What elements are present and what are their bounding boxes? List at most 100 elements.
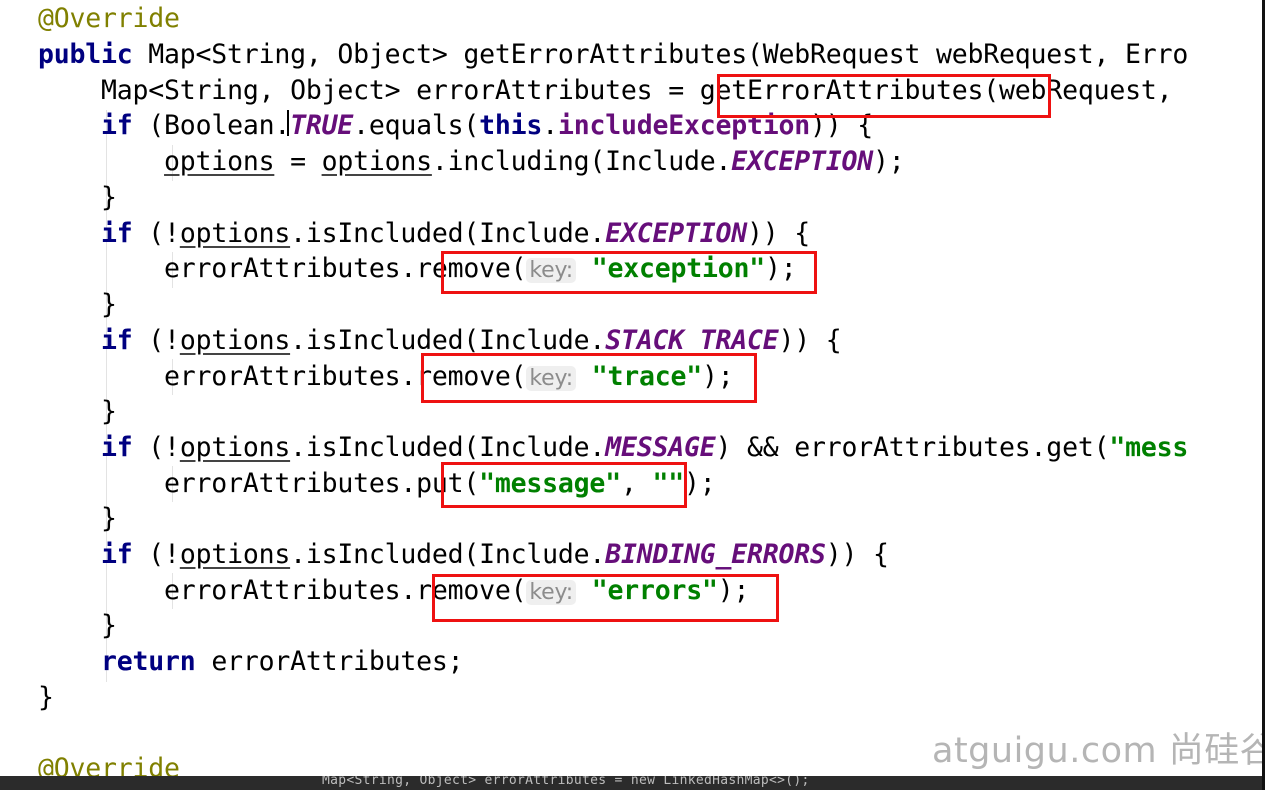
code-text: ,	[620, 468, 653, 499]
close-brace: }	[38, 682, 54, 713]
code-text: )) {	[810, 110, 874, 141]
exception-constant: EXCEPTION	[731, 146, 874, 177]
options-variable: options	[179, 539, 291, 570]
trace-string: "trace"	[591, 361, 702, 392]
code-line-if-include-exception[interactable]: if (Boolean.TRUE.equals(this.includeExce…	[38, 108, 873, 144]
code-line-return[interactable]: return errorAttributes;	[38, 644, 464, 680]
code-text: );	[702, 361, 734, 392]
assign-args: (webRequest,	[983, 75, 1173, 106]
code-text: .including(Include.	[431, 146, 732, 177]
method-signature: Map<String, Object> getErrorAttributes(W…	[132, 39, 1189, 70]
options-variable: options	[179, 218, 291, 249]
code-line-brace[interactable]: }	[38, 501, 117, 537]
watermark: atguigu.com 尚硅谷	[932, 731, 1265, 771]
close-brace: }	[101, 610, 117, 641]
code-text: .isIncluded(Include.	[290, 325, 606, 356]
code-text: errorAttributes	[164, 361, 401, 392]
options-variable: options	[164, 146, 275, 177]
close-brace: }	[101, 182, 117, 213]
code-text: errorAttributes.	[164, 253, 417, 284]
ghost-code-text: Map<String, Object> errorAttributes = ne…	[322, 776, 810, 788]
code-text: .	[542, 110, 558, 141]
code-text: (!	[132, 539, 180, 570]
code-text: .isIncluded(Include.	[290, 432, 606, 463]
stack-trace-constant: STACK_TRACE	[605, 325, 779, 356]
binding-errors-constant: BINDING_ERRORS	[605, 539, 826, 570]
close-brace: }	[101, 396, 117, 427]
code-text: )) {	[746, 218, 811, 249]
remove-method: remove(	[416, 253, 527, 284]
code-line-if-binding[interactable]: if (!options.isIncluded(Include.BINDING_…	[38, 537, 889, 573]
code-text: );	[765, 253, 797, 284]
include-exception-field: includeException	[557, 110, 811, 141]
code-line-if-trace[interactable]: if (!options.isIncluded(Include.STACK_TR…	[38, 323, 842, 359]
code-text: errorAttributes.	[164, 575, 417, 606]
code-text: );	[683, 468, 716, 499]
code-line-if-message[interactable]: if (!options.isIncluded(Include.MESSAGE)…	[38, 430, 1188, 466]
code-line-options-assign[interactable]: options = options.including(Include.EXCE…	[38, 144, 905, 180]
exception-string: "exception"	[591, 253, 766, 284]
assign-lhs: Map<String, Object> errorAttributes =	[101, 75, 700, 106]
message-string: "mess	[1109, 432, 1189, 463]
code-text: (!	[132, 218, 180, 249]
remove-method: .remove(	[400, 361, 527, 392]
code-text: errorAttributes;	[195, 646, 464, 677]
code-line-brace[interactable]: }	[38, 287, 117, 323]
errors-string: "errors"	[591, 575, 718, 606]
code-line-put-message[interactable]: errorAttributes.put("message", "");	[38, 466, 716, 502]
get-error-attributes-call: getErrorAttributes	[699, 75, 984, 106]
message-string: "message"	[479, 468, 621, 499]
code-text: );	[717, 575, 750, 606]
if-keyword: if	[101, 432, 133, 463]
code-line-remove-trace[interactable]: errorAttributes.remove(key: "trace");	[38, 359, 734, 395]
options-variable: options	[179, 432, 291, 463]
remove-method: remove(	[416, 575, 527, 606]
return-keyword: return	[101, 646, 196, 677]
options-variable: options	[321, 146, 432, 177]
this-keyword: this	[479, 110, 543, 141]
message-constant: MESSAGE	[605, 432, 716, 463]
public-keyword: public	[38, 39, 133, 70]
override-annotation: @Override	[38, 3, 180, 34]
code-text: (Boolean.	[132, 110, 291, 141]
code-text: errorAttributes.	[164, 468, 417, 499]
code-text: )) {	[825, 539, 889, 570]
if-keyword: if	[101, 539, 133, 570]
options-variable: options	[179, 325, 291, 356]
code-line-brace[interactable]: }	[38, 608, 117, 644]
put-method: put(	[416, 468, 480, 499]
code-line-brace[interactable]: }	[38, 180, 117, 216]
code-line-if-exception[interactable]: if (!options.isIncluded(Include.EXCEPTIO…	[38, 216, 810, 252]
code-line-annotation[interactable]: @Override	[38, 1, 180, 37]
code-text: );	[873, 146, 905, 177]
true-constant: TRUE	[290, 110, 354, 141]
if-keyword: if	[101, 325, 133, 356]
text-caret	[287, 110, 289, 136]
if-keyword: if	[101, 110, 133, 141]
close-brace: }	[101, 289, 117, 320]
code-line-assign[interactable]: Map<String, Object> errorAttributes = ge…	[38, 73, 1173, 109]
code-text: )) {	[778, 325, 842, 356]
parameter-hint: key:	[526, 258, 576, 283]
code-text: ) && errorAttributes.get(	[715, 432, 1110, 463]
code-text: (!	[132, 325, 180, 356]
code-text: .isIncluded(Include.	[290, 539, 606, 570]
code-editor[interactable]: @Override public Map<String, Object> get…	[0, 0, 1265, 790]
editor-gutter	[0, 0, 28, 790]
parameter-hint: key:	[526, 366, 576, 391]
exception-constant: EXCEPTION	[605, 218, 747, 249]
close-brace: }	[101, 503, 117, 534]
empty-string: ""	[652, 468, 684, 499]
code-line-brace[interactable]: }	[38, 394, 117, 430]
code-text: .isIncluded(Include.	[290, 218, 606, 249]
code-line-signature[interactable]: public Map<String, Object> getErrorAttri…	[38, 37, 1188, 73]
code-text: =	[274, 146, 322, 177]
code-text: (!	[132, 432, 180, 463]
code-line-remove-errors[interactable]: errorAttributes.remove(key: "errors");	[38, 573, 749, 609]
bottom-strip: Map<String, Object> errorAttributes = ne…	[0, 776, 1265, 790]
code-text: .equals(	[353, 110, 480, 141]
code-line-method-close[interactable]: }	[38, 680, 54, 716]
code-line-remove-exception[interactable]: errorAttributes.remove(key: "exception")…	[38, 251, 797, 287]
parameter-hint: key:	[526, 580, 576, 605]
if-keyword: if	[101, 218, 133, 249]
